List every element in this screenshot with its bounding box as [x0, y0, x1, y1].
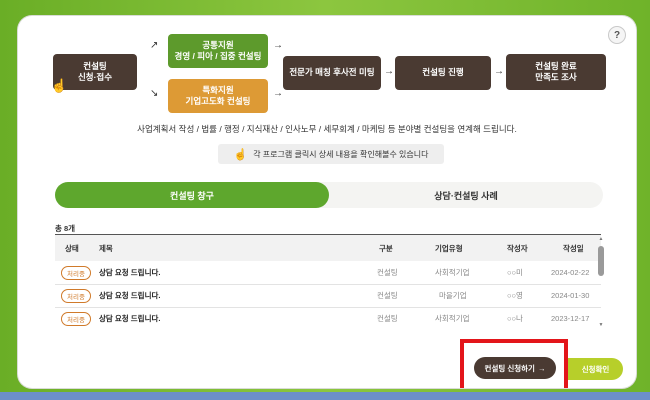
flow-special-title: 특화지원	[202, 84, 234, 95]
row-company-type: 마을기업	[439, 291, 467, 300]
service-description: 사업계획서 작성 / 법률 / 행정 / 지식재산 / 인사노무 / 세무회계 …	[137, 124, 517, 134]
row-date: 2023-12-17	[551, 314, 590, 323]
row-company-type: 사회적기업	[435, 314, 470, 323]
arrow-right-icon: →	[384, 66, 394, 77]
row-author: ○○나	[507, 314, 523, 323]
header-author: 작성자	[507, 243, 528, 253]
status-badge: 처리중	[61, 311, 91, 326]
scroll-down-icon[interactable]: ▼	[598, 322, 604, 328]
arrow-right-icon: →	[494, 66, 504, 77]
check-application-button[interactable]: 신청확인	[568, 358, 623, 380]
apply-consulting-label: 컨설팅 신청하기	[484, 363, 535, 373]
status-badge: 처리중	[61, 288, 91, 303]
table-scrollbar[interactable]: ▲ ▼	[598, 236, 604, 328]
row-date: 2024-01-30	[551, 291, 590, 300]
flow-step-complete[interactable]: 컨설팅 완료 만족도 조사	[506, 54, 606, 90]
tab-bar: 컨설팅 창구 상담·컨설팅 사례	[55, 182, 603, 208]
flow-special-subtitle: 기업고도화 컨설팅	[185, 96, 251, 106]
table-header: 상태 제목 구분 기업유형 작성자 작성일	[55, 234, 601, 261]
header-type: 구분	[379, 243, 393, 253]
flow-step-matching-label: 전문가 매칭 후사전 미팅	[289, 67, 375, 78]
row-type: 컨설팅	[377, 291, 398, 300]
scroll-up-icon[interactable]: ▲	[598, 236, 604, 242]
row-type: 컨설팅	[377, 268, 398, 277]
row-date: 2024-02-22	[551, 268, 590, 277]
flow-step-progress-label: 컨설팅 진행	[422, 67, 464, 78]
flow-step-apply-line2: 신청·접수	[77, 72, 113, 82]
table-row[interactable]: 처리중 상담 요청 드립니다. 컨설팅 마을기업 ○○영 2024-01-30	[55, 284, 601, 308]
pointer-hand-icon: ☝	[51, 78, 68, 93]
flow-common-title: 공통지원	[202, 39, 234, 50]
header-date: 작성일	[563, 243, 584, 253]
arrow-up-right-icon: ↗	[150, 40, 159, 51]
program-notice: ☝ 각 프로그램 클릭시 상세 내용을 확인해볼수 있습니다	[218, 144, 444, 164]
apply-consulting-button[interactable]: 컨설팅 신청하기 →	[474, 357, 556, 379]
arrow-right-icon: →	[537, 363, 546, 373]
tab-consulting-cases[interactable]: 상담·컨설팅 사례	[329, 182, 603, 208]
arrow-right-icon: →	[273, 40, 283, 51]
program-notice-text: 각 프로그램 클릭시 상세 내용을 확인해볼수 있습니다	[253, 149, 429, 159]
row-type: 컨설팅	[377, 314, 398, 323]
table-row[interactable]: 처리중 상담 요청 드립니다. 컨설팅 사회적기업 ○○나 2023-12-17	[55, 307, 601, 328]
header-company-type: 기업유형	[435, 243, 463, 253]
flow-common-support[interactable]: 공통지원 경영 / 피아 / 집중 컨설팅	[168, 34, 268, 68]
row-title[interactable]: 상담 요청 드립니다.	[99, 284, 160, 307]
flow-step-complete-line2: 만족도 조사	[535, 72, 577, 82]
scrollbar-thumb[interactable]	[598, 246, 604, 276]
arrow-right-icon: →	[273, 88, 283, 99]
flow-special-support[interactable]: 특화지원 기업고도화 컨설팅	[168, 79, 268, 113]
flow-step-matching[interactable]: 전문가 매칭 후사전 미팅	[283, 56, 381, 90]
row-author: ○○미	[507, 268, 523, 277]
row-company-type: 사회적기업	[435, 268, 470, 277]
header-title: 제목	[99, 243, 113, 253]
consulting-table: 상태 제목 구분 기업유형 작성자 작성일 처리중 상담 요청 드립니다. 컨설…	[55, 234, 601, 328]
flow-step-complete-line1: 컨설팅 완료	[535, 60, 577, 71]
total-count: 총 8개	[55, 224, 76, 233]
table-row[interactable]: 처리중 상담 요청 드립니다. 컨설팅 사회적기업 ○○미 2024-02-22	[55, 261, 601, 285]
row-author: ○○영	[507, 291, 523, 300]
consulting-panel: ? 컨설팅 신청·접수 ☝ ↗ ↘ 공통지원 경영 / 피아 / 집중 컨설팅 …	[18, 16, 636, 388]
flow-step-apply-line1: 컨설팅	[83, 60, 107, 71]
tab-consulting-window[interactable]: 컨설팅 창구	[55, 182, 329, 208]
flow-step-progress[interactable]: 컨설팅 진행	[395, 56, 491, 90]
arrow-down-right-icon: ↘	[150, 88, 159, 99]
window-bottom-edge	[0, 392, 650, 400]
help-button[interactable]: ?	[608, 26, 626, 44]
pointer-hand-icon: ☝	[233, 148, 248, 161]
row-title[interactable]: 상담 요청 드립니다.	[99, 261, 160, 284]
row-title[interactable]: 상담 요청 드립니다.	[99, 307, 160, 328]
header-status: 상태	[65, 243, 79, 253]
status-badge: 처리중	[61, 265, 91, 280]
flow-common-subtitle: 경영 / 피아 / 집중 컨설팅	[174, 51, 262, 61]
apply-highlight-frame: 컨설팅 신청하기 →	[460, 339, 568, 388]
